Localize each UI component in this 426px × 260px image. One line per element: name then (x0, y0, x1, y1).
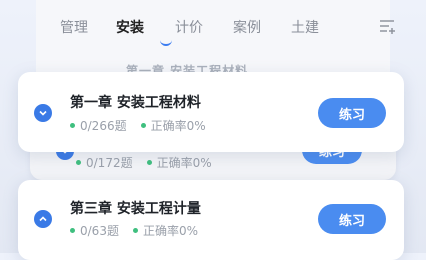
status-dot (140, 123, 146, 128)
question-count: 0/266题 (80, 119, 127, 133)
accuracy-rate: 正确率0% (156, 156, 212, 170)
tab-management[interactable]: 管理 (60, 17, 88, 37)
active-tab-indicator (160, 38, 172, 46)
tab-pricing[interactable]: 计价 (175, 17, 203, 37)
accuracy-rate: 正确率0% (142, 224, 198, 238)
question-count: 0/63题 (80, 224, 119, 238)
status-dot (132, 228, 138, 233)
status-dot (70, 228, 75, 233)
accuracy-rate: 正确率0% (150, 119, 206, 133)
status-dot (146, 160, 152, 165)
chevron-up-icon[interactable] (34, 210, 52, 228)
chapter-card-1[interactable]: 第一章 安装工程材料 0/266题 正确率0% 练习 (18, 72, 404, 152)
practice-button[interactable]: 练习 (318, 204, 386, 234)
status-dot (76, 160, 81, 165)
chevron-down-icon[interactable] (34, 104, 52, 122)
chapter-stats: 0/266题 正确率0% (70, 117, 206, 134)
status-dot (70, 123, 75, 128)
tab-installation[interactable]: 安装 (116, 17, 144, 37)
chapter-stats: 0/172题 正确率0% (76, 154, 212, 171)
chapter-title: 第三章 安装工程计量 (70, 201, 201, 217)
tab-civil[interactable]: 土建 (291, 17, 319, 37)
tab-cases[interactable]: 案例 (233, 17, 261, 37)
list-menu-icon[interactable] (379, 18, 395, 34)
question-count: 0/172题 (86, 156, 133, 170)
practice-button[interactable]: 练习 (318, 98, 386, 128)
chapter-card-3[interactable]: 第三章 安装工程计量 0/63题 正确率0% 练习 (18, 180, 404, 260)
chapter-title: 第一章 安装工程材料 (70, 95, 201, 111)
chapter-stats: 0/63题 正确率0% (70, 222, 198, 239)
